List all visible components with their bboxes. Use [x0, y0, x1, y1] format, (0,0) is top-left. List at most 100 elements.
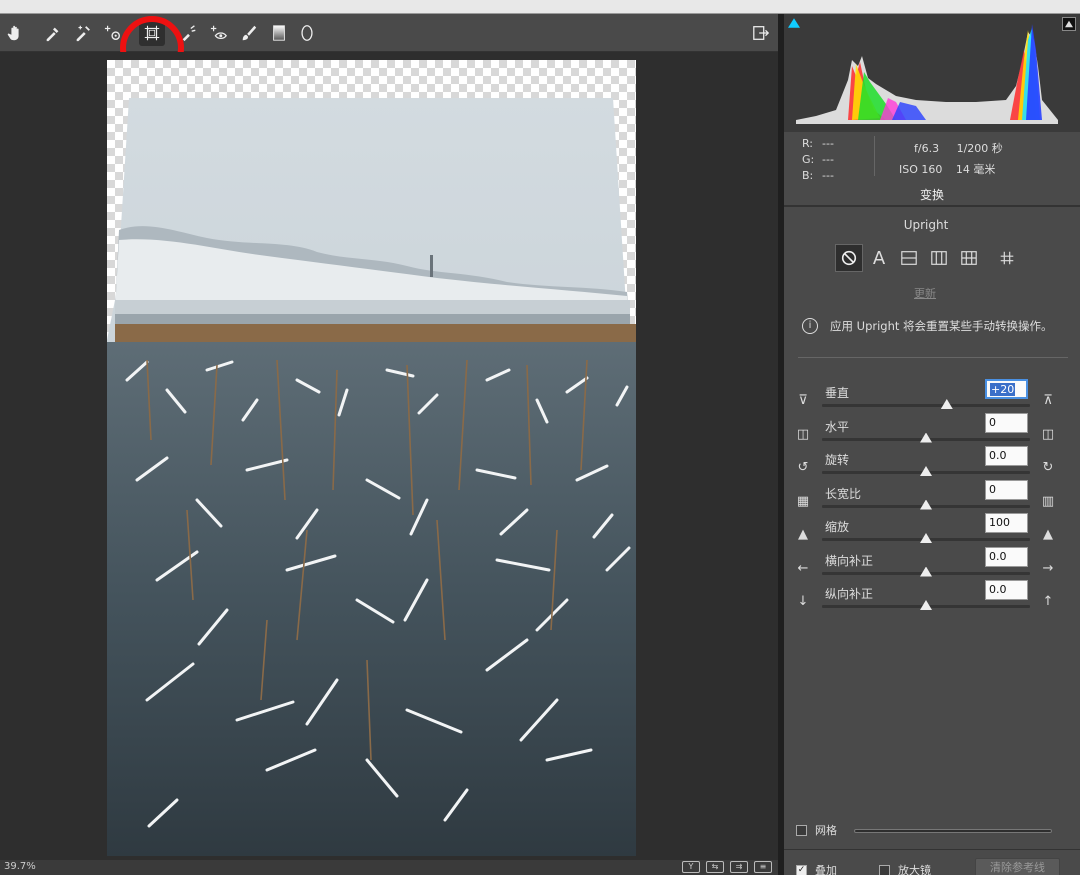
before-after-icon[interactable]: Y — [682, 861, 700, 873]
camera-raw-window: 39.7% Y ⇆ ⇉ ≡ R: --- G: --- B: --- f/6.3… — [0, 0, 1080, 875]
slider-value-input[interactable]: 0 — [985, 412, 1028, 433]
highlight-clipping-icon[interactable] — [1062, 17, 1076, 31]
r-label: R: — [802, 137, 814, 150]
toggle-settings-icon[interactable]: ≡ — [754, 861, 772, 873]
g-label: G: — [802, 153, 815, 166]
vertical-minus-icon[interactable]: ⊽ — [794, 392, 812, 410]
slider-label: 缩放 — [825, 520, 850, 534]
upright-level-button[interactable] — [895, 244, 923, 272]
upright-note: i 应用 Upright 将会重置某些手动转换操作。 — [802, 318, 1072, 334]
overlay-checkbox[interactable]: ✓ — [796, 864, 807, 875]
slider-value-input[interactable]: 100 — [985, 513, 1028, 533]
clear-guides-button[interactable]: 清除参考线 — [975, 858, 1060, 875]
slider-value: 0.0 — [989, 583, 1007, 596]
offset-x-plus-icon[interactable]: → — [1039, 560, 1057, 578]
hand-icon[interactable] — [2, 20, 28, 46]
r-value: --- — [822, 137, 834, 150]
offset-y-plus-icon[interactable]: ↑ — [1039, 593, 1057, 611]
swap-icon[interactable]: ⇆ — [706, 861, 724, 873]
exif-row-2: ISO 160 14 毫米 — [899, 161, 1005, 177]
graduated-filter-icon[interactable] — [266, 20, 292, 46]
exif-row-1: f/6.3 1/200 秒 — [914, 140, 1017, 156]
image-canvas[interactable] — [0, 52, 778, 860]
rotate-minus-icon[interactable]: ↺ — [794, 459, 812, 477]
offset-x-minus-icon[interactable]: ← — [794, 560, 812, 578]
shutter-speed: 1/200 秒 — [956, 142, 1003, 155]
b-value: --- — [822, 169, 834, 182]
rotate-plus-icon[interactable]: ↻ — [1039, 459, 1057, 477]
export-icon[interactable] — [748, 20, 774, 46]
grid-checkbox[interactable] — [796, 824, 807, 836]
slider-row-offset-y: ↓ 纵向补正 0.0 ↑ — [784, 580, 1080, 619]
rgb-readout: R: --- G: --- B: --- — [802, 136, 842, 184]
aspect-plus-icon[interactable]: ▥ — [1039, 493, 1057, 511]
overlay-label: 叠加 — [815, 864, 837, 875]
upright-auto-button[interactable]: A — [865, 244, 893, 272]
horizontal-minus-icon[interactable]: ◫ — [794, 426, 812, 444]
slider-row-scale: ▲ 缩放 100 ▲ — [784, 513, 1080, 552]
info-area: R: --- G: --- B: --- f/6.3 1/200 秒 ISO 160 … — [784, 132, 1080, 182]
grid-size-slider[interactable] — [854, 829, 1052, 833]
upright-guided-button[interactable] — [993, 244, 1021, 272]
panel-title: 变换 — [919, 188, 944, 202]
loupe-checkbox[interactable] — [879, 864, 890, 875]
loupe-label: 放大镜 — [898, 864, 931, 875]
upright-vertical-button[interactable] — [925, 244, 953, 272]
slider-value: 0 — [989, 415, 996, 429]
grid-row: 网格 — [796, 822, 1076, 838]
title-divider — [784, 205, 1080, 207]
slider-label: 水平 — [825, 419, 850, 434]
view-controls: Y ⇆ ⇉ ≡ — [682, 861, 772, 873]
update-link[interactable]: 更新 — [914, 285, 936, 301]
toolbar — [0, 14, 778, 80]
iso: ISO 160 — [899, 163, 943, 176]
slider-value: +20 — [990, 383, 1016, 396]
grid-label: 网格 — [815, 824, 837, 837]
g-value: --- — [822, 153, 834, 166]
title-strip — [0, 0, 1080, 14]
slider-value-input[interactable]: 0.0 — [985, 446, 1028, 466]
white-balance-icon[interactable] — [40, 20, 66, 46]
histogram — [784, 14, 1080, 132]
photo-preview — [107, 98, 636, 856]
adjustment-brush-icon[interactable] — [236, 20, 262, 46]
slider-value-input[interactable]: 0.0 — [985, 546, 1028, 567]
slider-value-input[interactable]: 0.0 — [985, 580, 1028, 600]
horizontal-plus-icon[interactable]: ◫ — [1039, 426, 1057, 444]
slider-value: 0 — [989, 482, 996, 496]
slider-value: 0.0 — [989, 449, 1007, 462]
slider-value-input[interactable]: 0 — [985, 479, 1028, 500]
upright-full-button[interactable] — [955, 244, 983, 272]
status-bar: 39.7% Y ⇆ ⇉ ≡ — [0, 860, 778, 875]
color-sampler-icon[interactable] — [70, 20, 96, 46]
b-label: B: — [802, 169, 814, 182]
spot-removal-icon[interactable] — [176, 20, 202, 46]
slider-value-input[interactable]: +20 — [985, 379, 1028, 399]
radial-filter-icon[interactable] — [294, 20, 320, 46]
slider-label: 垂直 — [825, 386, 850, 400]
aperture: f/6.3 — [914, 142, 940, 155]
offset-y-minus-icon[interactable]: ↓ — [794, 593, 812, 611]
scale-minus-icon[interactable]: ▲ — [794, 526, 812, 544]
slider-row-rotate: ↺ 旋转 0.0 ↻ — [784, 446, 1080, 485]
slider-label: 纵向补正 — [825, 587, 874, 601]
copy-settings-icon[interactable]: ⇉ — [730, 861, 748, 873]
slider-label: 旋转 — [825, 453, 850, 467]
scale-plus-icon[interactable]: ▲ — [1039, 526, 1057, 544]
focal-length: 14 毫米 — [955, 163, 996, 176]
aspect-minus-icon[interactable]: ▦ — [794, 493, 812, 511]
note-text: 应用 Upright 将会重置某些手动转换操作。 — [830, 319, 1053, 333]
vertical-plus-icon[interactable]: ⊼ — [1039, 392, 1057, 410]
upright-label: Upright — [903, 218, 949, 232]
slider-label: 长宽比 — [825, 486, 862, 501]
slider-track[interactable] — [822, 404, 1030, 407]
upright-off-button[interactable] — [835, 244, 863, 272]
zoom-level[interactable]: 39.7% — [4, 861, 36, 872]
slider-row-horizontal: ◫ 水平 0 ◫ — [784, 412, 1080, 452]
info-icon: i — [802, 318, 818, 334]
right-panel: R: --- G: --- B: --- f/6.3 1/200 秒 ISO 160 … — [784, 14, 1080, 875]
slider-row-aspect: ▦ 长宽比 0 ▥ — [784, 479, 1080, 519]
slider-row-offset-x: ← 横向补正 0.0 → — [784, 546, 1080, 586]
red-eye-icon[interactable] — [206, 20, 232, 46]
transparency-background — [107, 60, 636, 856]
